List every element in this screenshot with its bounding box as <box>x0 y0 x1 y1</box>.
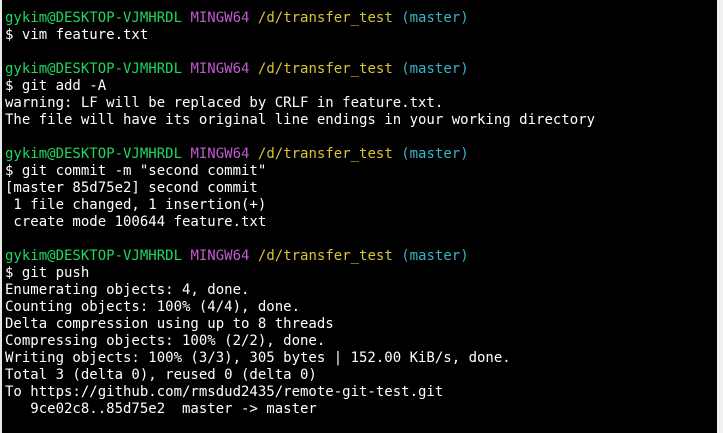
output-line: create mode 100644 feature.txt <box>5 214 267 230</box>
prompt-user: gykim@DESKTOP-VJMHRDL <box>5 61 183 77</box>
prompt-branch: (master) <box>401 61 469 77</box>
terminal-output: gykim@DESKTOP-VJMHRDL MINGW64 /d/transfe… <box>5 10 717 418</box>
output-line: Enumerating objects: 4, done. <box>5 282 250 298</box>
prompt-line: gykim@DESKTOP-VJMHRDL MINGW64 /d/transfe… <box>5 248 717 265</box>
output-line: warning: LF will be replaced by CRLF in … <box>5 95 444 111</box>
prompt-host: MINGW64 <box>190 248 250 264</box>
output-line: [master 85d75e2] second commit <box>5 180 258 196</box>
prompt-user: gykim@DESKTOP-VJMHRDL <box>5 248 183 264</box>
prompt-path: /d/transfer_test <box>257 146 393 162</box>
command-line: $ git commit -m "second commit" <box>5 163 267 179</box>
prompt-user: gykim@DESKTOP-VJMHRDL <box>5 146 183 162</box>
prompt-host: MINGW64 <box>190 146 250 162</box>
output-line: Delta compression using up to 8 threads <box>5 316 334 332</box>
prompt-branch: (master) <box>401 248 469 264</box>
left-border <box>0 0 2 433</box>
output-line: Counting objects: 100% (4/4), done. <box>5 299 301 315</box>
prompt-branch: (master) <box>401 146 469 162</box>
prompt-host: MINGW64 <box>190 61 250 77</box>
output-line: To https://github.com/rmsdud2435/remote-… <box>5 384 444 400</box>
prompt-branch: (master) <box>401 10 469 26</box>
output-line: 1 file changed, 1 insertion(+) <box>5 197 267 213</box>
command-line: $ vim feature.txt <box>5 27 149 43</box>
prompt-path: /d/transfer_test <box>257 10 393 26</box>
output-line: Total 3 (delta 0), reused 0 (delta 0) <box>5 367 317 383</box>
output-line: 9ce02c8..85d75e2 master -> master <box>5 401 317 417</box>
right-scrollbar[interactable] <box>717 0 723 433</box>
prompt-user: gykim@DESKTOP-VJMHRDL <box>5 10 183 26</box>
prompt-path: /d/transfer_test <box>257 61 393 77</box>
output-line: The file will have its original line end… <box>5 112 596 128</box>
output-line: Writing objects: 100% (3/3), 305 bytes |… <box>5 350 511 366</box>
terminal-window[interactable]: gykim@DESKTOP-VJMHRDL MINGW64 /d/transfe… <box>0 0 723 433</box>
prompt-line: gykim@DESKTOP-VJMHRDL MINGW64 /d/transfe… <box>5 61 717 78</box>
prompt-host: MINGW64 <box>190 10 250 26</box>
prompt-path: /d/transfer_test <box>257 248 393 264</box>
prompt-line: gykim@DESKTOP-VJMHRDL MINGW64 /d/transfe… <box>5 146 717 163</box>
command-line: $ git push <box>5 265 90 281</box>
output-line: Compressing objects: 100% (2/2), done. <box>5 333 326 349</box>
prompt-line: gykim@DESKTOP-VJMHRDL MINGW64 /d/transfe… <box>5 10 717 27</box>
command-line: $ git add -A <box>5 78 107 94</box>
